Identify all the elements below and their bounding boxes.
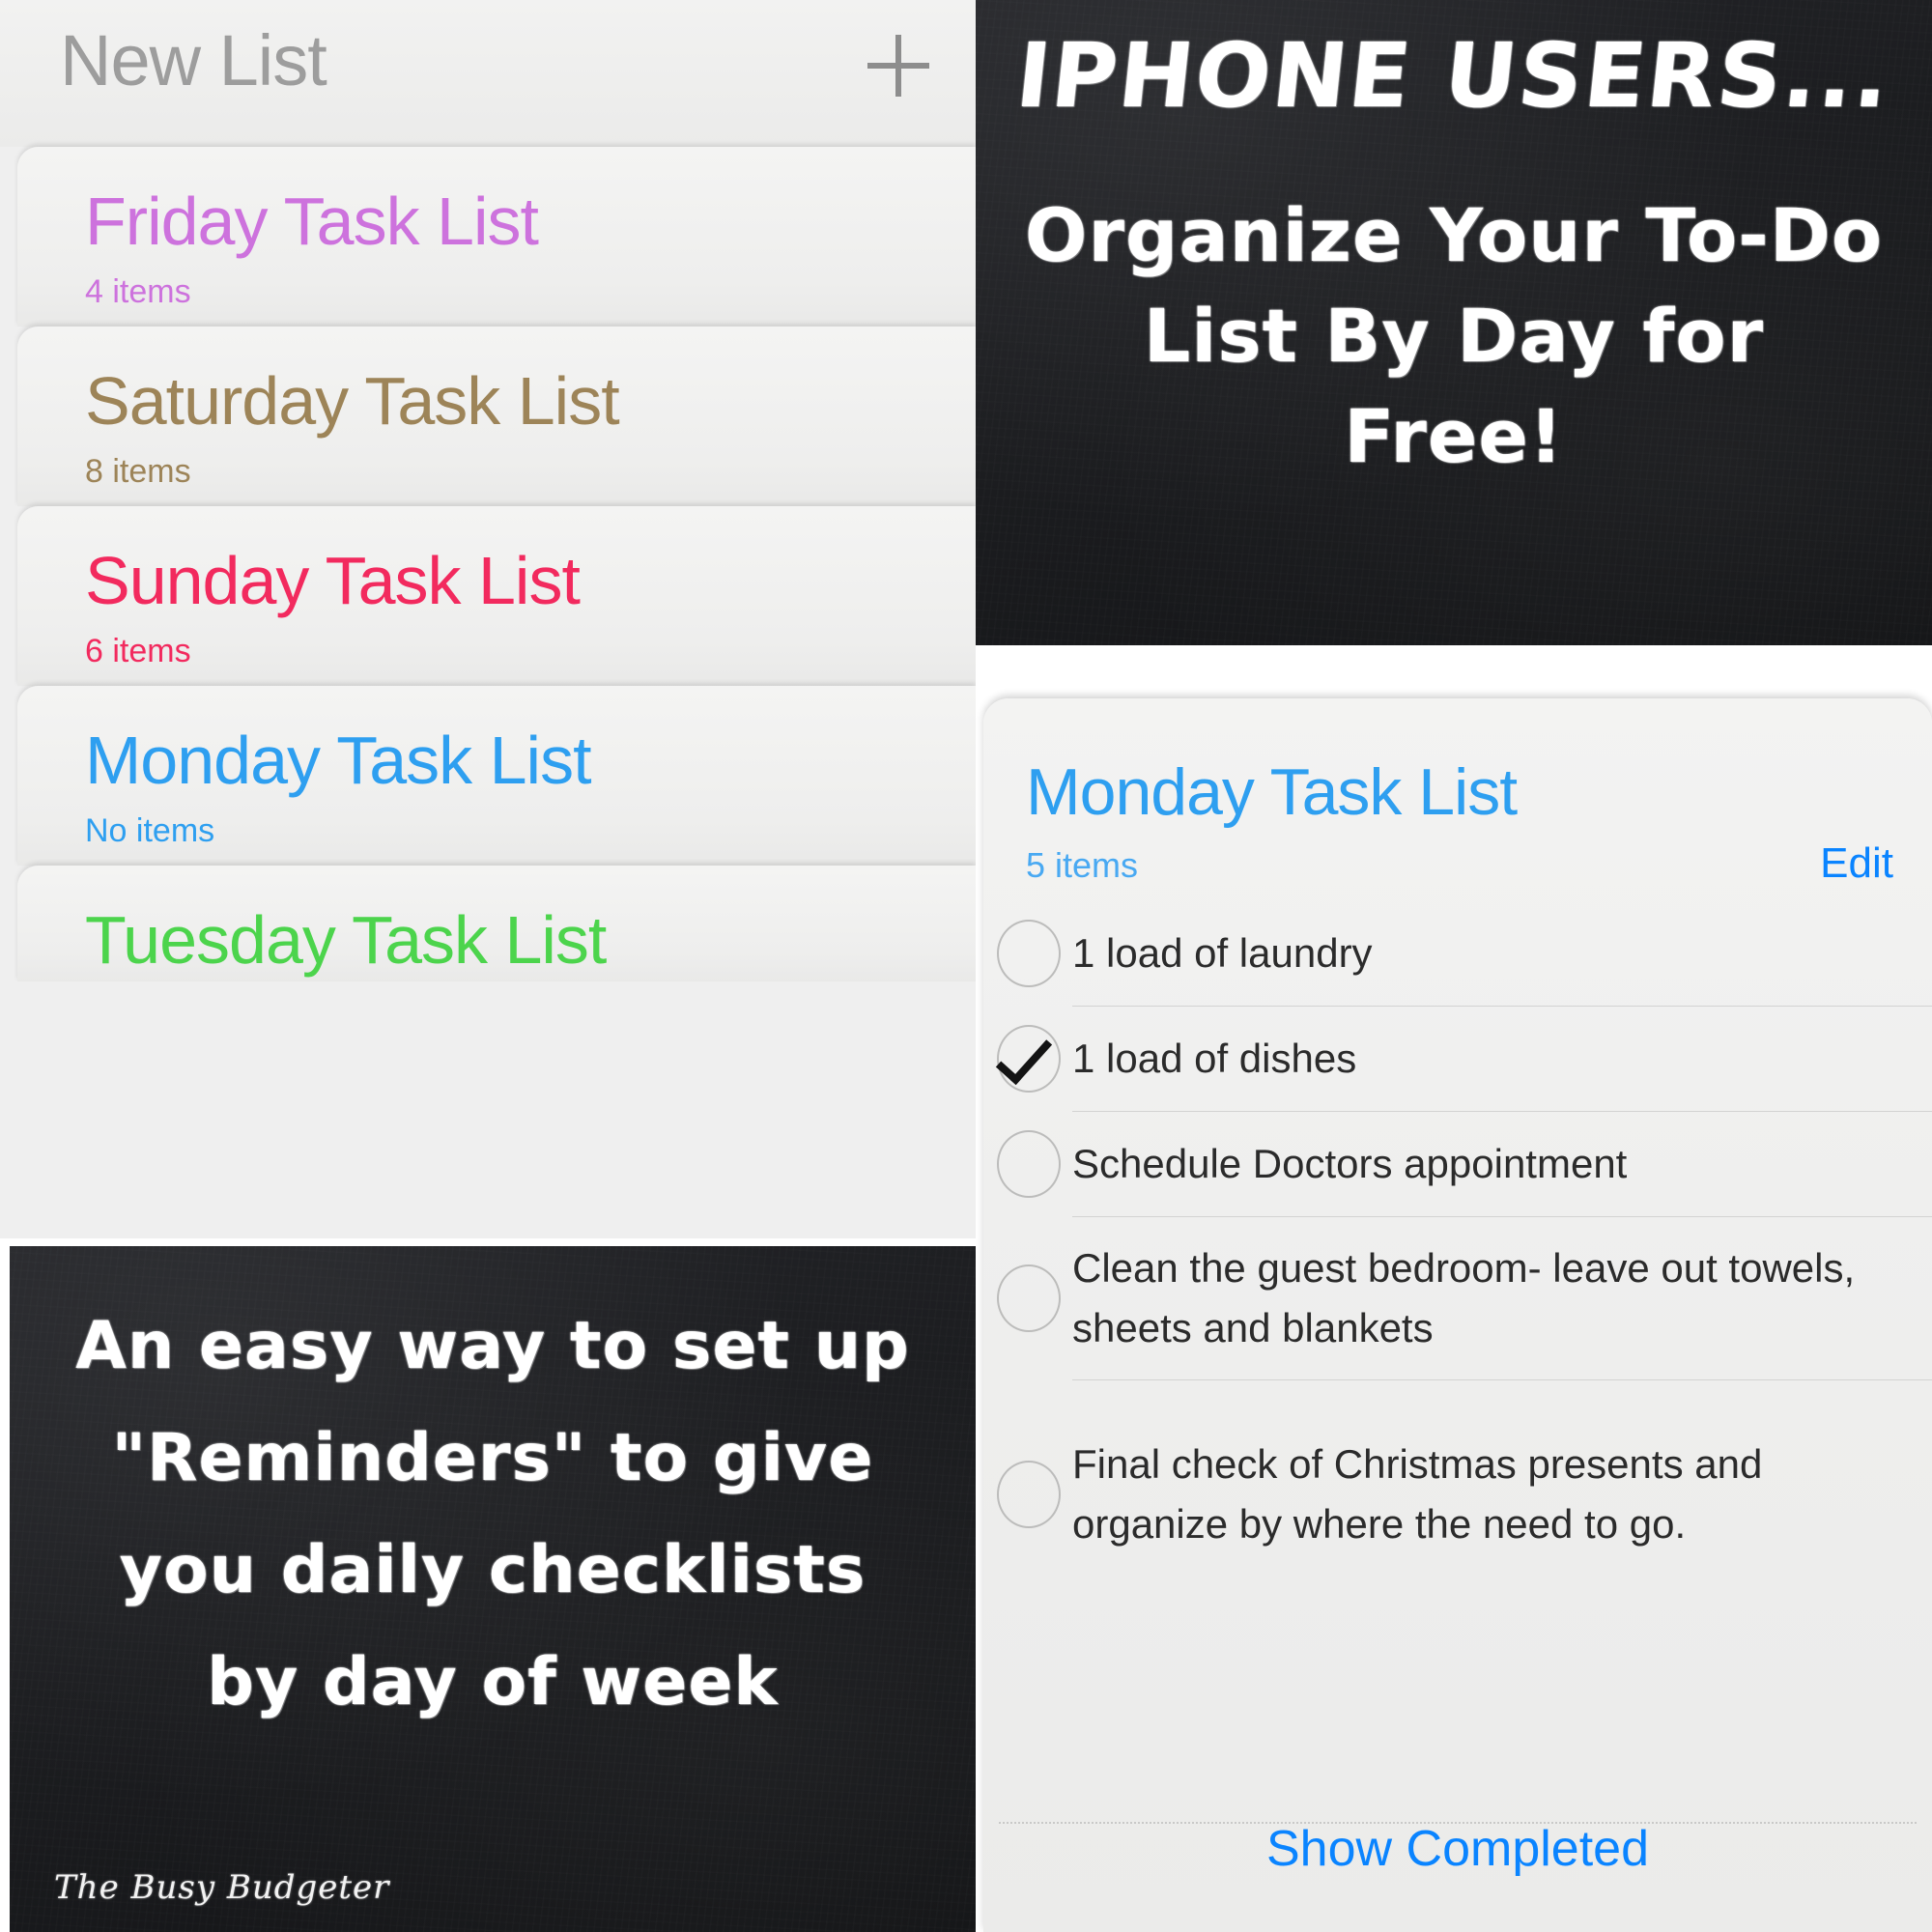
- promo-chalkboard-top: IPHONE USERS... Organize Your To-Do List…: [976, 0, 1932, 645]
- promo-bottom-line-3: you daily checklists: [119, 1532, 867, 1608]
- task-row[interactable]: 1 load of dishes: [997, 1006, 1932, 1111]
- task-row[interactable]: Schedule Doctors appointment: [997, 1111, 1932, 1216]
- task-row[interactable]: 1 load of laundry: [997, 901, 1932, 1006]
- promo-top-line-2: Organize Your To-Do: [1024, 192, 1884, 278]
- list-item-count: 4 items: [85, 273, 191, 310]
- checkbox-unchecked-icon[interactable]: [997, 1461, 1061, 1528]
- task-label: 1 load of dishes: [1072, 1036, 1357, 1081]
- list-item[interactable]: Monday Task List No items: [17, 686, 976, 866]
- edit-button[interactable]: Edit: [1820, 839, 1893, 888]
- task-row[interactable]: Clean the guest bedroom- leave out towel…: [997, 1216, 1932, 1379]
- checkbox-unchecked-icon[interactable]: [997, 1264, 1061, 1332]
- list-item-count: No items: [85, 812, 215, 849]
- promo-bottom-line-1: An easy way to set up: [75, 1308, 910, 1384]
- task-label: 1 load of laundry: [1072, 930, 1373, 976]
- page-title: Monday Task List: [1026, 755, 1518, 829]
- task-label: Final check of Christmas presents and or…: [1072, 1441, 1763, 1547]
- promo-top-line-3: List By Day for: [1143, 293, 1765, 379]
- list-item-name: Tuesday Task List: [85, 902, 607, 978]
- list-item-count: 8 items: [85, 453, 191, 490]
- watermark-logo: The Busy Budgeter: [54, 1868, 390, 1907]
- task-row[interactable]: Final check of Christmas presents and or…: [997, 1379, 1932, 1608]
- list-item-count: 6 items: [85, 633, 191, 669]
- promo-chalkboard-bottom: An easy way to set up "Reminders" to giv…: [10, 1246, 976, 1932]
- task-detail-panel: Monday Task List 5 items Edit 1 load of …: [983, 698, 1932, 1932]
- item-count: 5 items: [1026, 845, 1139, 885]
- lists-container: Friday Task List 4 items Saturday Task L…: [0, 147, 976, 981]
- checkbox-checked-icon[interactable]: [997, 1025, 1061, 1093]
- checkbox-unchecked-icon[interactable]: [997, 920, 1061, 987]
- detail-subheader: 5 items Edit: [1026, 839, 1893, 892]
- list-item[interactable]: Saturday Task List 8 items: [17, 327, 976, 506]
- reminders-lists-panel: New List Friday Task List 4 items Saturd…: [0, 0, 976, 1238]
- show-completed-button[interactable]: Show Completed: [1266, 1820, 1649, 1878]
- promo-bottom-line-2: "Reminders" to give: [111, 1420, 874, 1496]
- task-label: Schedule Doctors appointment: [1072, 1141, 1628, 1186]
- promo-bottom-line-4: by day of week: [207, 1644, 779, 1720]
- list-item-name: Sunday Task List: [85, 543, 581, 618]
- list-item[interactable]: Friday Task List 4 items: [17, 147, 976, 327]
- task-list: 1 load of laundry 1 load of dishes Sched…: [983, 901, 1932, 1608]
- list-item[interactable]: Tuesday Task List: [17, 866, 976, 981]
- promo-top-line-4: Free!: [1344, 393, 1564, 479]
- detail-footer: Show Completed: [983, 1820, 1932, 1878]
- list-item-name: Friday Task List: [85, 184, 539, 259]
- new-list-title: New List: [60, 20, 327, 100]
- plus-icon[interactable]: [867, 35, 929, 97]
- list-item-name: Saturday Task List: [85, 363, 620, 439]
- promo-top-line-1: IPHONE USERS...: [1011, 24, 1896, 128]
- checkbox-unchecked-icon[interactable]: [997, 1130, 1061, 1198]
- list-item[interactable]: Sunday Task List 6 items: [17, 506, 976, 686]
- collage-root: New List Friday Task List 4 items Saturd…: [0, 0, 1932, 1932]
- list-item-name: Monday Task List: [85, 723, 592, 798]
- lists-header: New List: [0, 0, 976, 147]
- task-label: Clean the guest bedroom- leave out towel…: [1072, 1245, 1856, 1350]
